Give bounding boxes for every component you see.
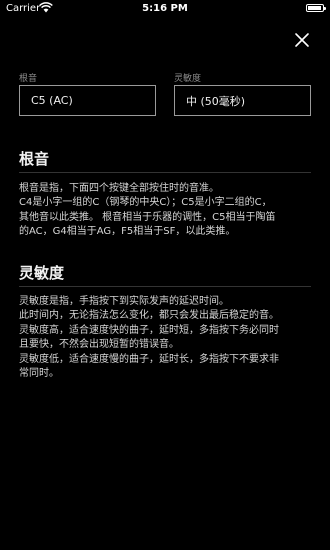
- battery-icon: [306, 4, 326, 12]
- root-note-label: 根音: [19, 74, 38, 84]
- sensitivity-section-divider: [19, 286, 311, 287]
- close-icon[interactable]: [294, 32, 310, 48]
- sensitivity-select[interactable]: 中 (50毫秒): [174, 85, 311, 116]
- root-note-value: C5 (AC): [31, 94, 73, 107]
- sensitivity-value: 中 (50毫秒): [186, 94, 246, 108]
- status-bar: Carrier 5:16 PM: [0, 0, 330, 18]
- sensitivity-section-body: 灵敏度是指，手指按下到实际发声的延迟时间。 此时间内，无论指法怎么变化，都只会发…: [19, 296, 279, 380]
- root-section-title: 根音: [19, 150, 50, 168]
- status-time: 5:16 PM: [142, 3, 188, 14]
- sensitivity-label: 灵敏度: [174, 74, 202, 84]
- root-section-body: 根音是指，下面四个按键全部按住时的音准。 C4是小字一组的C（钢琴的中央C）；C…: [19, 183, 276, 238]
- root-section-divider: [19, 172, 311, 173]
- root-note-select[interactable]: C5 (AC): [19, 85, 156, 116]
- sensitivity-section-title: 灵敏度: [19, 264, 65, 282]
- battery-fill: [308, 6, 322, 10]
